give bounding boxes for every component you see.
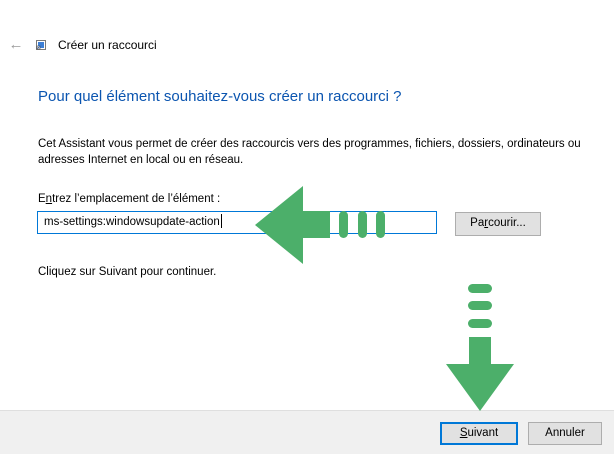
location-input-value: ms-settings:windowsupdate-action	[44, 216, 220, 228]
shortcut-icon	[36, 40, 46, 50]
label-part: E	[38, 193, 46, 205]
down-arrow-icon	[446, 284, 514, 411]
create-shortcut-window: ← Créer un raccourci Pour quel élément s…	[0, 0, 614, 454]
location-input[interactable]: ms-settings:windowsupdate-action	[37, 211, 437, 234]
page-heading: Pour quel élément souhaitez-vous créer u…	[38, 88, 402, 105]
browse-label-part: Pa	[470, 217, 485, 229]
back-arrow-icon[interactable]: ←	[7, 37, 25, 53]
next-label-part: uivant	[467, 427, 499, 439]
browse-label-part: courir...	[488, 217, 526, 229]
cancel-button[interactable]: Annuler	[528, 422, 602, 445]
continue-hint: Cliquez sur Suivant pour continuer.	[38, 266, 217, 278]
window-title: Créer un raccourci	[58, 38, 157, 52]
label-part: trez l’emplacement de l’élément :	[52, 193, 221, 205]
location-field-label: Entrez l’emplacement de l’élément :	[38, 193, 220, 205]
next-button[interactable]: Suivant	[440, 422, 518, 445]
title-bar: ← Créer un raccourci	[0, 34, 614, 58]
text-caret	[220, 214, 222, 228]
browse-button[interactable]: Parcourir...	[455, 212, 541, 236]
description-text: Cet Assistant vous permet de créer des r…	[38, 138, 581, 166]
footer-bar: Suivant Annuler	[0, 410, 614, 454]
